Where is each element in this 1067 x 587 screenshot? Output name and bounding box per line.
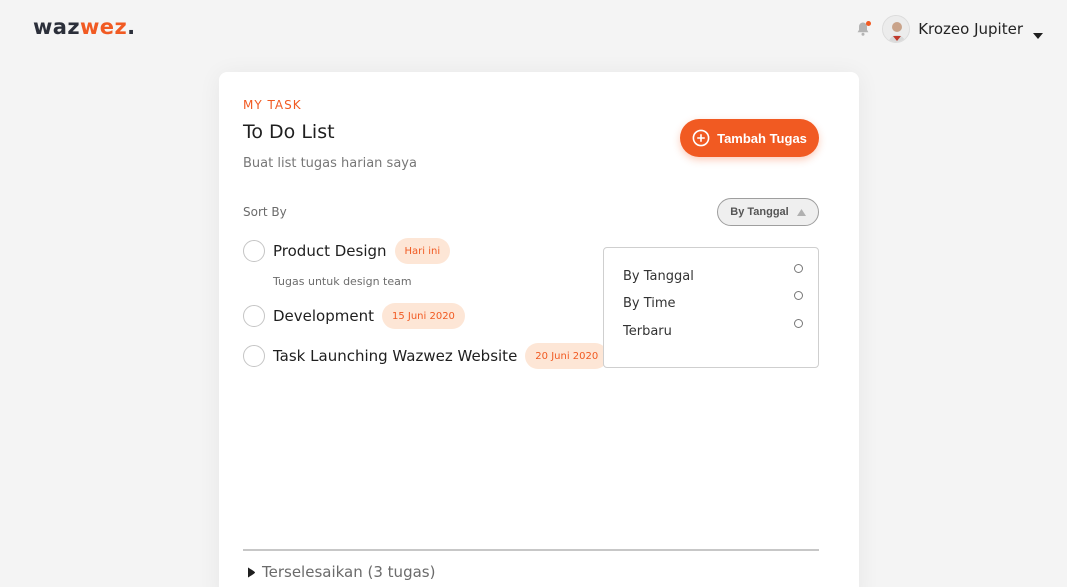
add-task-button[interactable]: Tambah Tugas <box>680 119 819 157</box>
task-date-tag: 20 Juni 2020 <box>525 343 609 369</box>
section-eyebrow: MY TASK <box>243 98 302 112</box>
task-checkbox[interactable] <box>243 240 265 262</box>
avatar[interactable] <box>882 15 911 43</box>
notification-dot <box>866 21 872 26</box>
triangle-up-icon <box>796 208 806 216</box>
add-task-label: Tambah Tugas <box>717 130 807 146</box>
sort-option-by-tanggal[interactable]: By Tanggal <box>623 264 803 289</box>
logo[interactable]: wazwez. <box>33 15 135 39</box>
logo-part2: wez <box>80 15 128 39</box>
user-menu[interactable]: Krozeo Jupiter <box>856 15 1043 43</box>
task-item: Task Launching Wazwez Website 20 Juni 20… <box>243 343 609 369</box>
radio-button[interactable] <box>794 291 803 300</box>
completed-tasks-label: Terselesaikan (3 tugas) <box>262 563 436 581</box>
task-name[interactable]: Task Launching Wazwez Website <box>273 347 517 365</box>
sort-select[interactable]: By Tanggal <box>717 198 819 226</box>
task-item: Development 15 Juni 2020 <box>243 303 465 329</box>
task-checkbox[interactable] <box>243 305 265 327</box>
logo-dot: . <box>127 15 136 39</box>
page-subtitle: Buat list tugas harian saya <box>243 156 417 171</box>
user-name[interactable]: Krozeo Jupiter <box>918 20 1023 38</box>
radio-button[interactable] <box>794 319 803 328</box>
task-name[interactable]: Development <box>273 307 374 325</box>
logo-part1: waz <box>33 15 80 39</box>
divider <box>243 549 819 551</box>
triangle-right-icon <box>248 567 255 577</box>
sort-option-by-time[interactable]: By Time <box>623 291 803 316</box>
caret-down-icon[interactable] <box>1033 25 1043 39</box>
page-title: To Do List <box>243 121 335 143</box>
plus-circle-icon <box>692 129 710 147</box>
sort-label: Sort By <box>243 205 287 219</box>
sort-option-label: Terbaru <box>623 324 672 339</box>
sort-option-label: By Time <box>623 296 676 311</box>
task-name[interactable]: Product Design <box>273 242 387 260</box>
task-description: Tugas untuk design team <box>273 275 412 288</box>
completed-tasks-toggle[interactable]: Terselesaikan (3 tugas) <box>247 563 435 581</box>
radio-button[interactable] <box>794 264 803 273</box>
task-date-tag: Hari ini <box>394 238 451 264</box>
task-card: MY TASK To Do List Buat list tugas haria… <box>219 72 859 587</box>
sort-selected-label: By Tanggal <box>730 206 789 218</box>
sort-option-label: By Tanggal <box>623 269 694 284</box>
task-checkbox[interactable] <box>243 345 265 367</box>
task-item: Product Design Hari ini <box>243 238 451 264</box>
task-date-tag: 15 Juni 2020 <box>381 303 465 329</box>
sort-dropdown-menu: By Tanggal By Time Terbaru <box>603 247 819 368</box>
sort-option-terbaru[interactable]: Terbaru <box>623 319 803 344</box>
bell-icon[interactable] <box>856 21 872 37</box>
